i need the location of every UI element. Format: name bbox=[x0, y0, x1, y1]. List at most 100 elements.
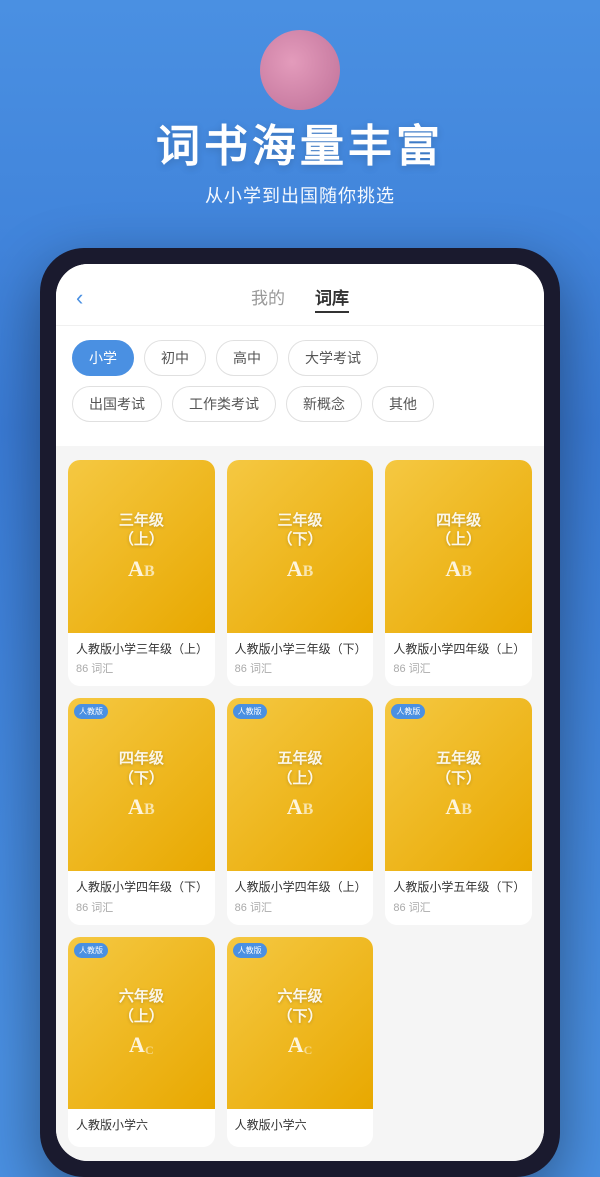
filter-middle[interactable]: 初中 bbox=[144, 340, 206, 376]
book-name: 人教版小学三年级（上） bbox=[76, 641, 207, 658]
book-grade: 五年级（上） bbox=[277, 749, 322, 788]
book-count: 86 词汇 bbox=[235, 899, 366, 915]
filter-primary[interactable]: 小学 bbox=[72, 340, 134, 376]
book-count: 86 词汇 bbox=[393, 899, 524, 915]
book-grade: 五年级（下） bbox=[436, 749, 481, 788]
book-name: 人教版小学五年级（下） bbox=[393, 879, 524, 896]
book-name: 人教版小学四年级（上） bbox=[235, 879, 366, 896]
book-info: 人教版小学四年级（上） 86 词汇 bbox=[385, 633, 532, 687]
letter-a: A bbox=[129, 1032, 145, 1058]
book-letters: A B bbox=[128, 794, 155, 820]
filter-college[interactable]: 大学考试 bbox=[288, 340, 378, 376]
book-count: 86 词汇 bbox=[76, 899, 207, 915]
book-badge: 人教版 bbox=[391, 704, 425, 719]
book-item[interactable]: 人教版 六年级（上） A C 人教版小学六 bbox=[68, 937, 215, 1147]
book-item[interactable]: 人教版 四年级（下） A B 人教版小学四年级（下） 86 词汇 bbox=[68, 698, 215, 924]
book-item[interactable]: 三年级（上） A B 人教版小学三年级（上） 86 词汇 bbox=[68, 460, 215, 686]
book-badge: 人教版 bbox=[233, 704, 267, 719]
book-letters: A B bbox=[287, 556, 314, 582]
book-cover: 四年级（上） A B bbox=[385, 460, 532, 633]
book-info: 人教版小学五年级（下） 86 词汇 bbox=[385, 871, 532, 925]
letter-b: B bbox=[461, 801, 472, 819]
book-cover: 三年级（下） A B bbox=[227, 460, 374, 633]
book-info: 人教版小学三年级（下） 86 词汇 bbox=[227, 633, 374, 687]
book-badge: 人教版 bbox=[74, 943, 108, 958]
book-count: 86 词汇 bbox=[393, 660, 524, 676]
letter-b: B bbox=[144, 801, 155, 819]
book-info: 人教版小学六 bbox=[227, 1109, 374, 1147]
nav-tabs: 我的 词库 bbox=[251, 282, 349, 313]
header-section: 词书海量丰富 从小学到出国随你挑选 bbox=[0, 0, 600, 228]
letter-a: A bbox=[288, 1032, 304, 1058]
book-name: 人教版小学六 bbox=[76, 1117, 207, 1134]
letter-c: C bbox=[145, 1043, 154, 1058]
letter-c: C bbox=[304, 1043, 313, 1058]
book-name: 人教版小学四年级（上） bbox=[393, 641, 524, 658]
filter-row-2: 出国考试 工作类考试 新概念 其他 bbox=[72, 386, 528, 422]
book-info: 人教版小学六 bbox=[68, 1109, 215, 1147]
tab-library[interactable]: 词库 bbox=[315, 282, 349, 313]
letter-b: B bbox=[303, 801, 314, 819]
letter-a: A bbox=[287, 794, 303, 820]
sub-title: 从小学到出国随你挑选 bbox=[30, 182, 570, 208]
tab-mine[interactable]: 我的 bbox=[251, 282, 285, 313]
phone-frame: ‹ 我的 词库 小学 初中 高中 大学考试 出国考试 工作类考试 新概念 bbox=[40, 248, 560, 1177]
book-letters: A B bbox=[287, 794, 314, 820]
book-cover: 人教版 五年级（上） A B bbox=[227, 698, 374, 871]
filter-section: 小学 初中 高中 大学考试 出国考试 工作类考试 新概念 其他 bbox=[56, 326, 544, 446]
app-background: 词书海量丰富 从小学到出国随你挑选 ‹ 我的 词库 小学 初中 高中 大学考试 bbox=[0, 0, 600, 1067]
book-cover: 人教版 五年级（下） A B bbox=[385, 698, 532, 871]
filter-abroad[interactable]: 出国考试 bbox=[72, 386, 162, 422]
book-grade: 四年级（下） bbox=[119, 749, 164, 788]
letter-a: A bbox=[128, 556, 144, 582]
book-cover: 人教版 四年级（下） A B bbox=[68, 698, 215, 871]
back-button[interactable]: ‹ bbox=[76, 285, 83, 311]
filter-concept[interactable]: 新概念 bbox=[286, 386, 362, 422]
book-count: 86 词汇 bbox=[76, 660, 207, 676]
book-item[interactable]: 四年级（上） A B 人教版小学四年级（上） 86 词汇 bbox=[385, 460, 532, 686]
book-badge: 人教版 bbox=[233, 943, 267, 958]
book-letters: A B bbox=[128, 556, 155, 582]
book-letters: A C bbox=[288, 1032, 313, 1058]
filter-work[interactable]: 工作类考试 bbox=[172, 386, 276, 422]
main-title: 词书海量丰富 bbox=[30, 110, 570, 174]
book-item[interactable]: 三年级（下） A B 人教版小学三年级（下） 86 词汇 bbox=[227, 460, 374, 686]
book-badge: 人教版 bbox=[74, 704, 108, 719]
letter-b: B bbox=[144, 563, 155, 581]
book-cover: 人教版 六年级（下） A C bbox=[227, 937, 374, 1110]
book-cover: 三年级（上） A B bbox=[68, 460, 215, 633]
book-cover: 人教版 六年级（上） A C bbox=[68, 937, 215, 1110]
book-name: 人教版小学四年级（下） bbox=[76, 879, 207, 896]
book-item[interactable]: 人教版 五年级（上） A B 人教版小学四年级（上） 86 词汇 bbox=[227, 698, 374, 924]
filter-high[interactable]: 高中 bbox=[216, 340, 278, 376]
phone-screen: ‹ 我的 词库 小学 初中 高中 大学考试 出国考试 工作类考试 新概念 bbox=[56, 264, 544, 1161]
letter-a: A bbox=[445, 794, 461, 820]
book-letters: A C bbox=[129, 1032, 154, 1058]
book-grade: 六年级（下） bbox=[277, 987, 322, 1026]
letter-a: A bbox=[287, 556, 303, 582]
decoration-circle bbox=[260, 30, 340, 110]
book-info: 人教版小学四年级（上） 86 词汇 bbox=[227, 871, 374, 925]
letter-b: B bbox=[303, 563, 314, 581]
book-item[interactable]: 人教版 五年级（下） A B 人教版小学五年级（下） 86 词汇 bbox=[385, 698, 532, 924]
books-section: 三年级（上） A B 人教版小学三年级（上） 86 词汇 bbox=[56, 446, 544, 1161]
book-info: 人教版小学三年级（上） 86 词汇 bbox=[68, 633, 215, 687]
book-count: 86 词汇 bbox=[235, 660, 366, 676]
book-grade: 六年级（上） bbox=[119, 987, 164, 1026]
books-grid: 三年级（上） A B 人教版小学三年级（上） 86 词汇 bbox=[68, 460, 532, 1147]
book-letters: A B bbox=[445, 556, 472, 582]
book-name: 人教版小学三年级（下） bbox=[235, 641, 366, 658]
book-letters: A B bbox=[445, 794, 472, 820]
book-item[interactable]: 人教版 六年级（下） A C 人教版小学六 bbox=[227, 937, 374, 1147]
book-name: 人教版小学六 bbox=[235, 1117, 366, 1134]
nav-bar: ‹ 我的 词库 bbox=[56, 264, 544, 326]
filter-row-1: 小学 初中 高中 大学考试 bbox=[72, 340, 528, 376]
book-grade: 四年级（上） bbox=[436, 511, 481, 550]
letter-a: A bbox=[128, 794, 144, 820]
filter-other[interactable]: 其他 bbox=[372, 386, 434, 422]
book-grade: 三年级（上） bbox=[119, 511, 164, 550]
letter-b: B bbox=[461, 563, 472, 581]
book-grade: 三年级（下） bbox=[277, 511, 322, 550]
letter-a: A bbox=[445, 556, 461, 582]
book-info: 人教版小学四年级（下） 86 词汇 bbox=[68, 871, 215, 925]
